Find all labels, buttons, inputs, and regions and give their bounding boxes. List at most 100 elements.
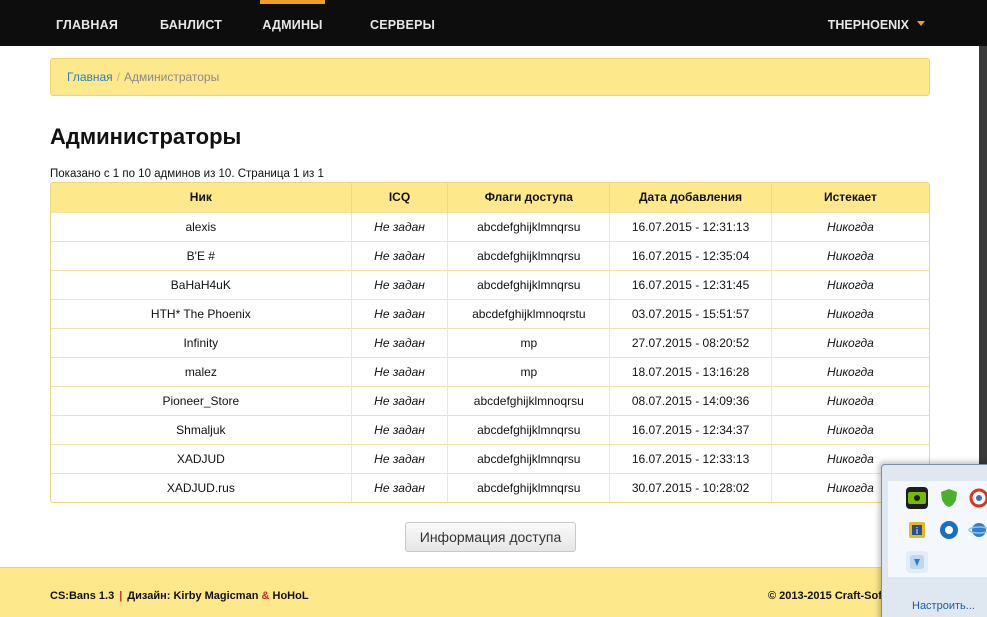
- cell-expires: Никогда: [771, 298, 929, 328]
- table-body: alexis Не задан abcdefghijklmnqrsu 16.07…: [51, 211, 929, 502]
- cell-icq: Не задан: [351, 327, 449, 357]
- cell-expires: Никогда: [771, 327, 929, 357]
- cell-flags: mp: [447, 327, 611, 357]
- cell-expires: Никогда: [771, 414, 929, 444]
- access-info-button[interactable]: Информация доступа: [405, 522, 576, 552]
- cell-icq: Не задан: [351, 443, 449, 473]
- cell-nick: XADJUD: [51, 443, 352, 473]
- table-header-row: Ник ICQ Флаги доступа Дата добавления Ис…: [51, 183, 929, 212]
- cell-nick: BaHaH4uK: [51, 269, 352, 299]
- table-row[interactable]: Pioneer_Store Не задан abcdefghijklmnoqr…: [51, 385, 929, 415]
- cell-date: 27.07.2015 - 08:20:52: [609, 327, 772, 357]
- user-name: THEPHOENIX: [827, 18, 909, 32]
- breadcrumb-current: Администраторы: [124, 70, 220, 84]
- system-tray-overflow: i Настроить...: [881, 464, 987, 617]
- cell-nick: alexis: [51, 211, 352, 241]
- header-icq[interactable]: ICQ: [351, 183, 449, 212]
- cell-date: 16.07.2015 - 12:33:13: [609, 443, 772, 473]
- footer-credits: CS:Bans 1.3 | Дизайн: Kirby Magicman & HoH…: [50, 590, 309, 602]
- footer-amp: &: [261, 590, 270, 602]
- table-row[interactable]: alexis Не задан abcdefghijklmnqrsu 16.07…: [51, 211, 929, 241]
- cell-nick: B'E #: [51, 240, 352, 270]
- cell-flags: abcdefghijklmnqrsu: [447, 211, 611, 241]
- cell-flags: abcdefghijklmnqrsu: [447, 472, 611, 502]
- cell-icq: Не задан: [351, 211, 449, 241]
- cell-nick: HTH* The Phoenix: [51, 298, 352, 328]
- cell-nick: Shmaljuk: [51, 414, 352, 444]
- footer-pipe: |: [119, 590, 123, 602]
- cell-expires: Никогда: [771, 269, 929, 299]
- user-menu[interactable]: THEPHOENIX: [828, 0, 925, 46]
- table-row[interactable]: BaHaH4uK Не задан abcdefghijklmnqrsu 16.…: [51, 269, 929, 299]
- cell-date: 30.07.2015 - 10:28:02: [609, 472, 772, 502]
- svg-text:i: i: [916, 527, 919, 537]
- pagination-summary: Показано с 1 по 10 админов из 10. Страни…: [50, 168, 324, 180]
- tray-icons-area: i: [888, 481, 987, 577]
- nav-item-banlist[interactable]: Банлист: [160, 0, 222, 46]
- table-row[interactable]: XADJUD Не задан abcdefghijklmnqrsu 16.07…: [51, 443, 929, 473]
- breadcrumb: Главная / Администраторы: [50, 58, 930, 96]
- footer-app-version: CS:Bans 1.3: [50, 590, 115, 602]
- cell-icq: Не задан: [351, 356, 449, 386]
- cell-flags: abcdefghijklmnqrsu: [447, 443, 611, 473]
- cell-nick: malez: [51, 356, 352, 386]
- cell-flags: abcdefghijklmnqrsu: [447, 240, 611, 270]
- cell-expires: Никогда: [771, 211, 929, 241]
- g-icon[interactable]: [938, 519, 960, 541]
- cell-flags: abcdefghijklmnoqrsu: [447, 385, 611, 415]
- cell-date: 16.07.2015 - 12:31:45: [609, 269, 772, 299]
- table-row[interactable]: XADJUD.rus Не задан abcdefghijklmnqrsu 3…: [51, 472, 929, 502]
- cell-icq: Не задан: [351, 414, 449, 444]
- page-edge-top: [979, 0, 987, 46]
- nav-item-home[interactable]: Главная: [56, 0, 118, 46]
- footer-design-suffix: HoHoL: [272, 590, 309, 602]
- cell-date: 18.07.2015 - 13:16:28: [609, 356, 772, 386]
- cell-icq: Не задан: [351, 298, 449, 328]
- table-row[interactable]: HTH* The Phoenix Не задан abcdefghijklmn…: [51, 298, 929, 328]
- footer-copyright: © 2013-2015 Craft-Sof: [768, 590, 882, 602]
- cell-icq: Не задан: [351, 240, 449, 270]
- cell-nick: Infinity: [51, 327, 352, 357]
- cell-expires: Никогда: [771, 240, 929, 270]
- nav-item-servers[interactable]: Серверы: [370, 0, 435, 46]
- cell-nick: Pioneer_Store: [51, 385, 352, 415]
- header-date-added[interactable]: Дата добавления: [609, 183, 772, 212]
- cell-date: 08.07.2015 - 14:09:36: [609, 385, 772, 415]
- table-row[interactable]: Shmaljuk Не задан abcdefghijklmnqrsu 16.…: [51, 414, 929, 444]
- nvidia-icon[interactable]: [906, 487, 928, 509]
- cell-flags: abcdefghijklmnqrsu: [447, 414, 611, 444]
- table-row[interactable]: malez Не задан mp 18.07.2015 - 13:16:28 …: [51, 356, 929, 386]
- page: Главная Банлист Админы Серверы THEPHOENI…: [0, 0, 987, 617]
- cell-date: 16.07.2015 - 12:34:37: [609, 414, 772, 444]
- table-row[interactable]: Infinity Не задан mp 27.07.2015 - 08:20:…: [51, 327, 929, 357]
- cell-flags: mp: [447, 356, 611, 386]
- info-icon[interactable]: i: [906, 519, 928, 541]
- caret-down-icon: [917, 21, 925, 27]
- breadcrumb-home-link[interactable]: Главная: [67, 70, 113, 84]
- shield-icon[interactable]: [938, 487, 960, 509]
- table-row[interactable]: B'E # Не задан abcdefghijklmnqrsu 16.07.…: [51, 240, 929, 270]
- cell-date: 16.07.2015 - 12:31:13: [609, 211, 772, 241]
- cell-icq: Не задан: [351, 385, 449, 415]
- app-icon[interactable]: [906, 551, 928, 573]
- breadcrumb-separator: /: [116, 70, 121, 84]
- recycle-icon[interactable]: [968, 487, 987, 509]
- header-expires[interactable]: Истекает: [771, 183, 929, 212]
- admins-table: Ник ICQ Флаги доступа Дата добавления Ис…: [50, 182, 930, 503]
- top-navbar: Главная Банлист Админы Серверы THEPHOENI…: [0, 0, 987, 46]
- cell-flags: abcdefghijklmnqrsu: [447, 269, 611, 299]
- page-title: Администраторы: [50, 124, 242, 149]
- globe-icon[interactable]: [968, 519, 987, 541]
- cell-icq: Не задан: [351, 472, 449, 502]
- header-nick[interactable]: Ник: [51, 183, 352, 212]
- cell-date: 03.07.2015 - 15:51:57: [609, 298, 772, 328]
- cell-nick: XADJUD.rus: [51, 472, 352, 502]
- nav-item-admins[interactable]: Админы: [260, 0, 325, 46]
- footer-design-prefix: Дизайн: Kirby Magicman: [127, 590, 259, 602]
- cell-date: 16.07.2015 - 12:35:04: [609, 240, 772, 270]
- tray-customize-link[interactable]: Настроить...: [912, 600, 975, 612]
- cell-expires: Никогда: [771, 385, 929, 415]
- header-flags[interactable]: Флаги доступа: [447, 183, 611, 212]
- footer: CS:Bans 1.3 | Дизайн: Kirby Magicman & HoH…: [0, 567, 987, 617]
- cell-expires: Никогда: [771, 356, 929, 386]
